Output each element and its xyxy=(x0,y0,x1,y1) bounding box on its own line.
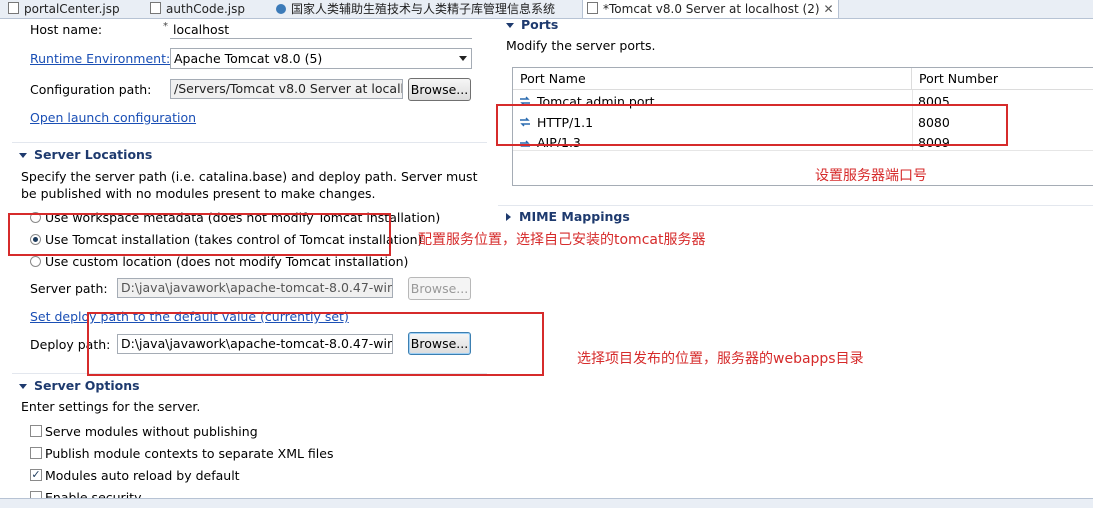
server-locations-description: Specify the server path (i.e. catalina.b… xyxy=(21,169,478,201)
column-header-port-name[interactable]: Port Name xyxy=(513,68,912,90)
section-divider xyxy=(12,142,487,143)
section-title: Server Locations xyxy=(34,147,153,162)
radio-button[interactable] xyxy=(30,256,41,267)
ports-description: Modify the server ports. xyxy=(506,38,656,53)
server-locations-header[interactable]: Server Locations xyxy=(19,147,152,162)
config-browse-button[interactable]: Browse... xyxy=(408,78,471,101)
section-title: Server Options xyxy=(34,378,140,393)
checkbox-checked[interactable]: ✓ xyxy=(30,469,42,481)
section-title: MIME Mappings xyxy=(519,209,630,224)
chevron-down-icon xyxy=(459,56,467,61)
location-highlight-box xyxy=(8,213,391,256)
deploy-highlight-box xyxy=(87,312,544,376)
tab-label: portalCenter.jsp xyxy=(24,2,120,16)
checkbox[interactable] xyxy=(30,447,42,459)
section-title: Ports xyxy=(521,17,559,31)
server-path-browse-button: Browse... xyxy=(408,277,471,300)
configuration-path-field: /Servers/Tomcat v8.0 Server at localhost xyxy=(170,79,403,99)
server-icon xyxy=(587,2,598,14)
web-project-icon xyxy=(276,4,286,14)
row-divider xyxy=(513,150,1093,151)
checkbox-label: Publish module contexts to separate XML … xyxy=(45,446,334,461)
server-path-label: Server path: xyxy=(30,281,108,296)
ports-header[interactable]: Ports xyxy=(506,17,558,31)
section-divider xyxy=(498,205,1093,206)
tab-label: authCode.jsp xyxy=(166,2,246,16)
expanded-triangle-icon xyxy=(506,23,514,28)
collapsed-triangle-icon xyxy=(506,213,511,221)
close-icon[interactable]: ✕ xyxy=(824,2,834,16)
checkbox-enable-security[interactable]: Enable security xyxy=(30,490,230,498)
host-name-input[interactable]: localhost xyxy=(170,20,472,39)
open-launch-configuration-link[interactable]: Open launch configuration xyxy=(30,110,196,125)
runtime-environment-select[interactable]: Apache Tomcat v8.0 (5) xyxy=(170,48,472,69)
checkbox-label: Enable security xyxy=(45,490,142,498)
tab-label: *Tomcat v8.0 Server at localhost (2) xyxy=(603,2,820,16)
mime-mappings-header[interactable]: MIME Mappings xyxy=(506,209,630,224)
host-name-label: Host name: xyxy=(30,22,103,37)
server-options-description: Enter settings for the server. xyxy=(21,399,201,414)
checkbox-label: Serve modules without publishing xyxy=(45,424,258,439)
server-path-field: D:\java\javawork\apache-tomcat-8.0.47-wi… xyxy=(117,278,393,298)
checkbox[interactable] xyxy=(30,491,42,498)
configuration-path-label: Configuration path: xyxy=(30,82,152,97)
jsp-file-icon xyxy=(8,2,19,14)
radio-label: Use custom location (does not modify Tom… xyxy=(45,254,409,269)
column-header-port-number[interactable]: Port Number xyxy=(912,68,1093,90)
runtime-selected-value: Apache Tomcat v8.0 (5) xyxy=(174,51,323,66)
server-options-header[interactable]: Server Options xyxy=(19,378,140,393)
required-marker: * xyxy=(163,21,168,32)
tab-tomcat-server[interactable]: *Tomcat v8.0 Server at localhost (2) ✕ xyxy=(582,0,839,18)
checkbox-label: Modules auto reload by default xyxy=(45,468,240,483)
location-annotation: 配置服务位置，选择自己安装的tomcat服务器 xyxy=(418,232,706,248)
expanded-triangle-icon xyxy=(19,384,27,389)
tab-portalcenter[interactable]: portalCenter.jsp xyxy=(8,0,120,18)
checkbox[interactable] xyxy=(30,425,42,437)
runtime-environment-link[interactable]: Runtime Environment: xyxy=(30,51,170,66)
ports-highlight-box xyxy=(496,104,1008,146)
tab-web-project[interactable]: 国家人类辅助生殖技术与人类精子库管理信息系统 xyxy=(276,0,555,18)
tab-label: 国家人类辅助生殖技术与人类精子库管理信息系统 xyxy=(291,2,556,16)
jsp-file-icon xyxy=(150,2,161,14)
ports-annotation: 设置服务器端口号 xyxy=(815,168,927,184)
tab-authcode[interactable]: authCode.jsp xyxy=(150,0,245,18)
expanded-triangle-icon xyxy=(19,153,27,158)
deploy-annotation: 选择项目发布的位置，服务器的webapps目录 xyxy=(577,351,864,367)
